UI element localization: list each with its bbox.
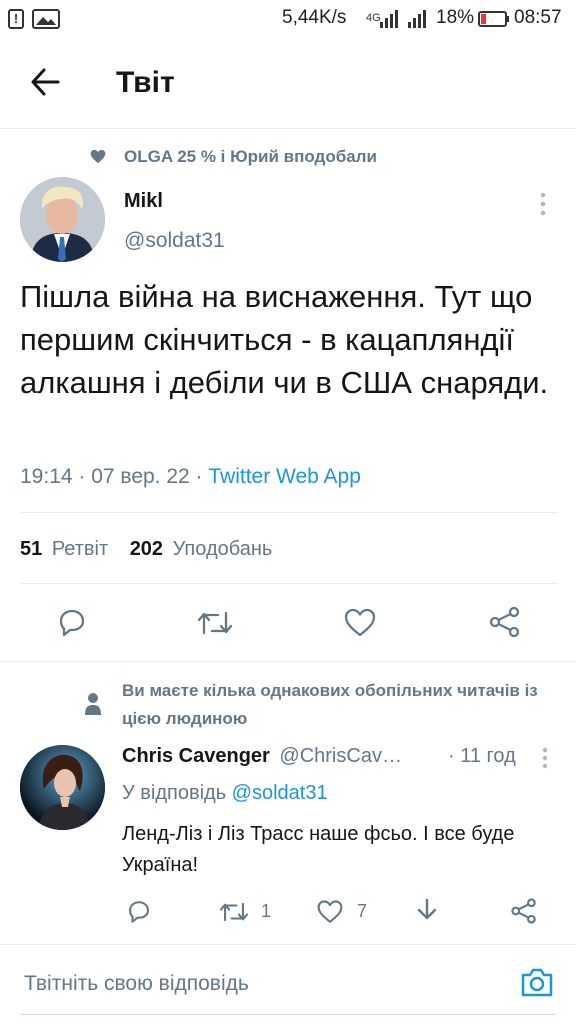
- reply-header: Chris Cavenger @ChrisCav…: [122, 745, 452, 768]
- author-name[interactable]: Mikl: [124, 190, 163, 213]
- replying-to-handle[interactable]: @soldat31: [232, 782, 328, 804]
- likes-label[interactable]: Уподобань: [173, 538, 273, 560]
- reply-retweet-count: 1: [261, 901, 272, 921]
- tweet-source-link[interactable]: Twitter Web App: [208, 465, 361, 488]
- network-speed: 5,44K/s: [282, 7, 347, 28]
- battery-percent: 18%: [436, 7, 475, 28]
- divider: [0, 944, 576, 945]
- reply-author-handle[interactable]: @ChrisCav…: [279, 745, 402, 767]
- clock: 08:57: [514, 7, 562, 28]
- heart-filled-icon: [90, 149, 106, 169]
- reply-like-icon[interactable]: [316, 899, 344, 930]
- reply-reply-icon[interactable]: [126, 899, 152, 930]
- like-icon[interactable]: [343, 607, 377, 644]
- divider: [0, 661, 576, 662]
- reply-text: Ленд-Ліз і Ліз Трасс наше фсьо. І все бу…: [122, 823, 515, 876]
- reply-compose-input[interactable]: [20, 962, 498, 1006]
- retweet-count[interactable]: 51: [20, 538, 42, 560]
- reply-more-options-icon[interactable]: [540, 747, 550, 774]
- tweet-stats: 51 Ретвіт 202 Уподобань: [20, 538, 272, 561]
- image-icon: [32, 9, 60, 34]
- signal-icon: [380, 10, 432, 33]
- camera-icon[interactable]: [520, 966, 554, 1003]
- battery-icon: [478, 11, 510, 32]
- divider: [20, 583, 558, 584]
- reply-share-icon[interactable]: [510, 897, 538, 930]
- reply-time: · 11 год: [448, 745, 516, 767]
- replying-to-label: У відповідь: [122, 782, 232, 804]
- retweet-icon[interactable]: [196, 607, 234, 644]
- replying-to: У відповідь @soldat31: [122, 782, 328, 805]
- tweet-meta: 19:14 · 07 вер. 22 · Twitter Web App: [20, 465, 361, 489]
- avatar[interactable]: [20, 177, 105, 262]
- divider: [20, 1014, 556, 1015]
- reply-author-name[interactable]: Chris Cavenger: [122, 745, 270, 767]
- share-icon[interactable]: [488, 605, 522, 644]
- reply-icon[interactable]: [56, 607, 88, 644]
- likes-count[interactable]: 202: [130, 538, 163, 560]
- reply-retweet-icon[interactable]: [218, 899, 250, 930]
- tweet-text: Пішла війна на виснаження. Тут що першим…: [20, 279, 549, 400]
- author-handle[interactable]: @soldat31: [124, 229, 225, 253]
- page-title: Твіт: [116, 66, 175, 99]
- mutual-followers-text: Ви маєте кілька однакових обопільних чит…: [122, 681, 538, 728]
- alert-icon: !: [8, 9, 24, 29]
- tweet-timestamp: 19:14 · 07 вер. 22 ·: [20, 465, 209, 488]
- retweet-label[interactable]: Ретвіт: [52, 538, 108, 560]
- more-options-icon[interactable]: [538, 192, 548, 221]
- reply-like-count: 7: [357, 901, 368, 921]
- app-header: Твіт: [0, 38, 576, 129]
- divider: [20, 512, 558, 513]
- reply-avatar[interactable]: [20, 745, 105, 830]
- liked-by-text[interactable]: OLGA 25 % і Юрий вподобали: [124, 147, 377, 167]
- person-icon: [84, 692, 102, 721]
- reply-download-icon[interactable]: [414, 897, 440, 930]
- network-type: 4G: [366, 12, 381, 24]
- back-arrow-icon[interactable]: [30, 68, 60, 101]
- status-bar: ! 5,44K/s 4G 18% 08:57: [0, 0, 576, 38]
